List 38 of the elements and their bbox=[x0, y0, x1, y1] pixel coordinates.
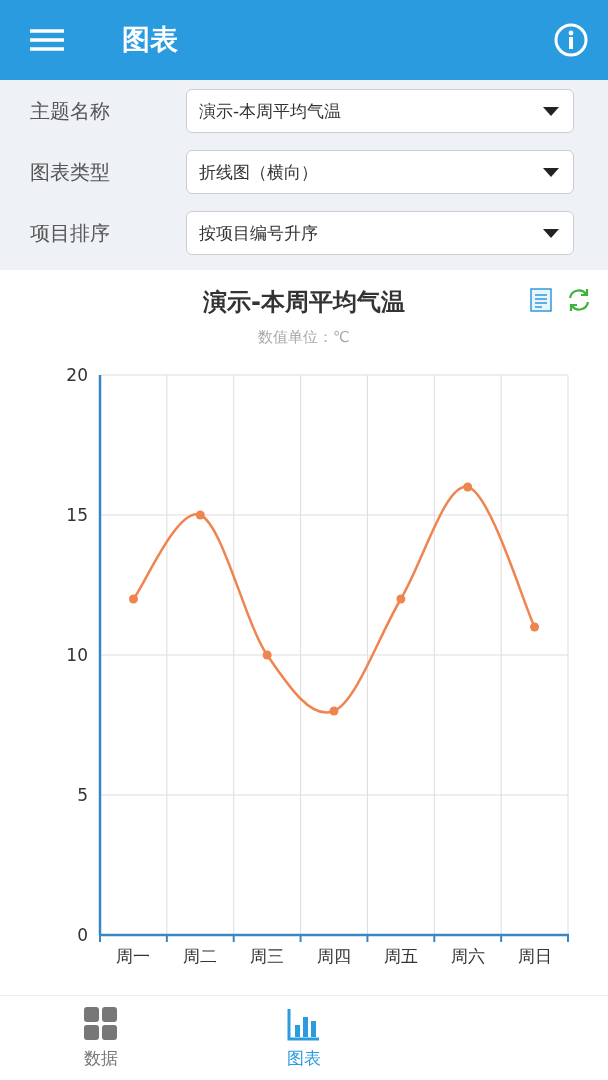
menu-icon[interactable] bbox=[30, 29, 64, 51]
x-axis-label: 周三 bbox=[250, 946, 285, 966]
x-axis-label: 周四 bbox=[317, 946, 351, 966]
dropdown-caret-icon bbox=[543, 228, 559, 238]
data-point bbox=[396, 594, 406, 604]
x-axis-label: 周日 bbox=[517, 946, 552, 966]
y-axis-label: 0 bbox=[77, 925, 88, 945]
dropdown-caret-icon bbox=[543, 106, 559, 116]
refresh-icon[interactable] bbox=[566, 288, 592, 312]
x-axis-label: 周一 bbox=[116, 946, 151, 966]
x-axis-label: 周六 bbox=[450, 946, 485, 966]
filter-label: 项目排序 bbox=[30, 219, 111, 247]
chart-title: 演示-本周平均气温 bbox=[203, 287, 405, 318]
x-axis-label: 周五 bbox=[383, 946, 418, 966]
dropdown-caret-icon bbox=[543, 167, 559, 177]
data-point bbox=[262, 650, 272, 660]
y-axis-label: 15 bbox=[66, 505, 88, 525]
chart-subtitle: 数值单位：℃ bbox=[258, 328, 350, 347]
data-point bbox=[128, 594, 138, 604]
document-icon[interactable] bbox=[530, 288, 552, 312]
grid-icon bbox=[84, 1006, 119, 1041]
x-axis-label: 周二 bbox=[183, 946, 218, 966]
dropdown-select[interactable]: 按项目编号升序 bbox=[186, 211, 574, 255]
filter-label: 图表类型 bbox=[30, 158, 111, 186]
page-title: 图表 bbox=[122, 22, 179, 58]
data-point bbox=[530, 622, 540, 632]
dropdown-select[interactable]: 折线图（横向） bbox=[186, 150, 574, 194]
data-point bbox=[329, 706, 339, 716]
data-point bbox=[195, 510, 205, 520]
data-point bbox=[463, 482, 473, 492]
info-icon[interactable] bbox=[554, 23, 588, 57]
y-axis-label: 10 bbox=[66, 645, 88, 665]
bar-chart-icon bbox=[287, 1006, 321, 1041]
filter-label: 主题名称 bbox=[30, 97, 111, 125]
y-axis-label: 5 bbox=[77, 785, 88, 805]
nav-tab[interactable]: 数据 bbox=[0, 996, 203, 1080]
dropdown-select[interactable]: 演示-本周平均气温 bbox=[186, 89, 574, 133]
y-axis-label: 20 bbox=[66, 365, 88, 385]
